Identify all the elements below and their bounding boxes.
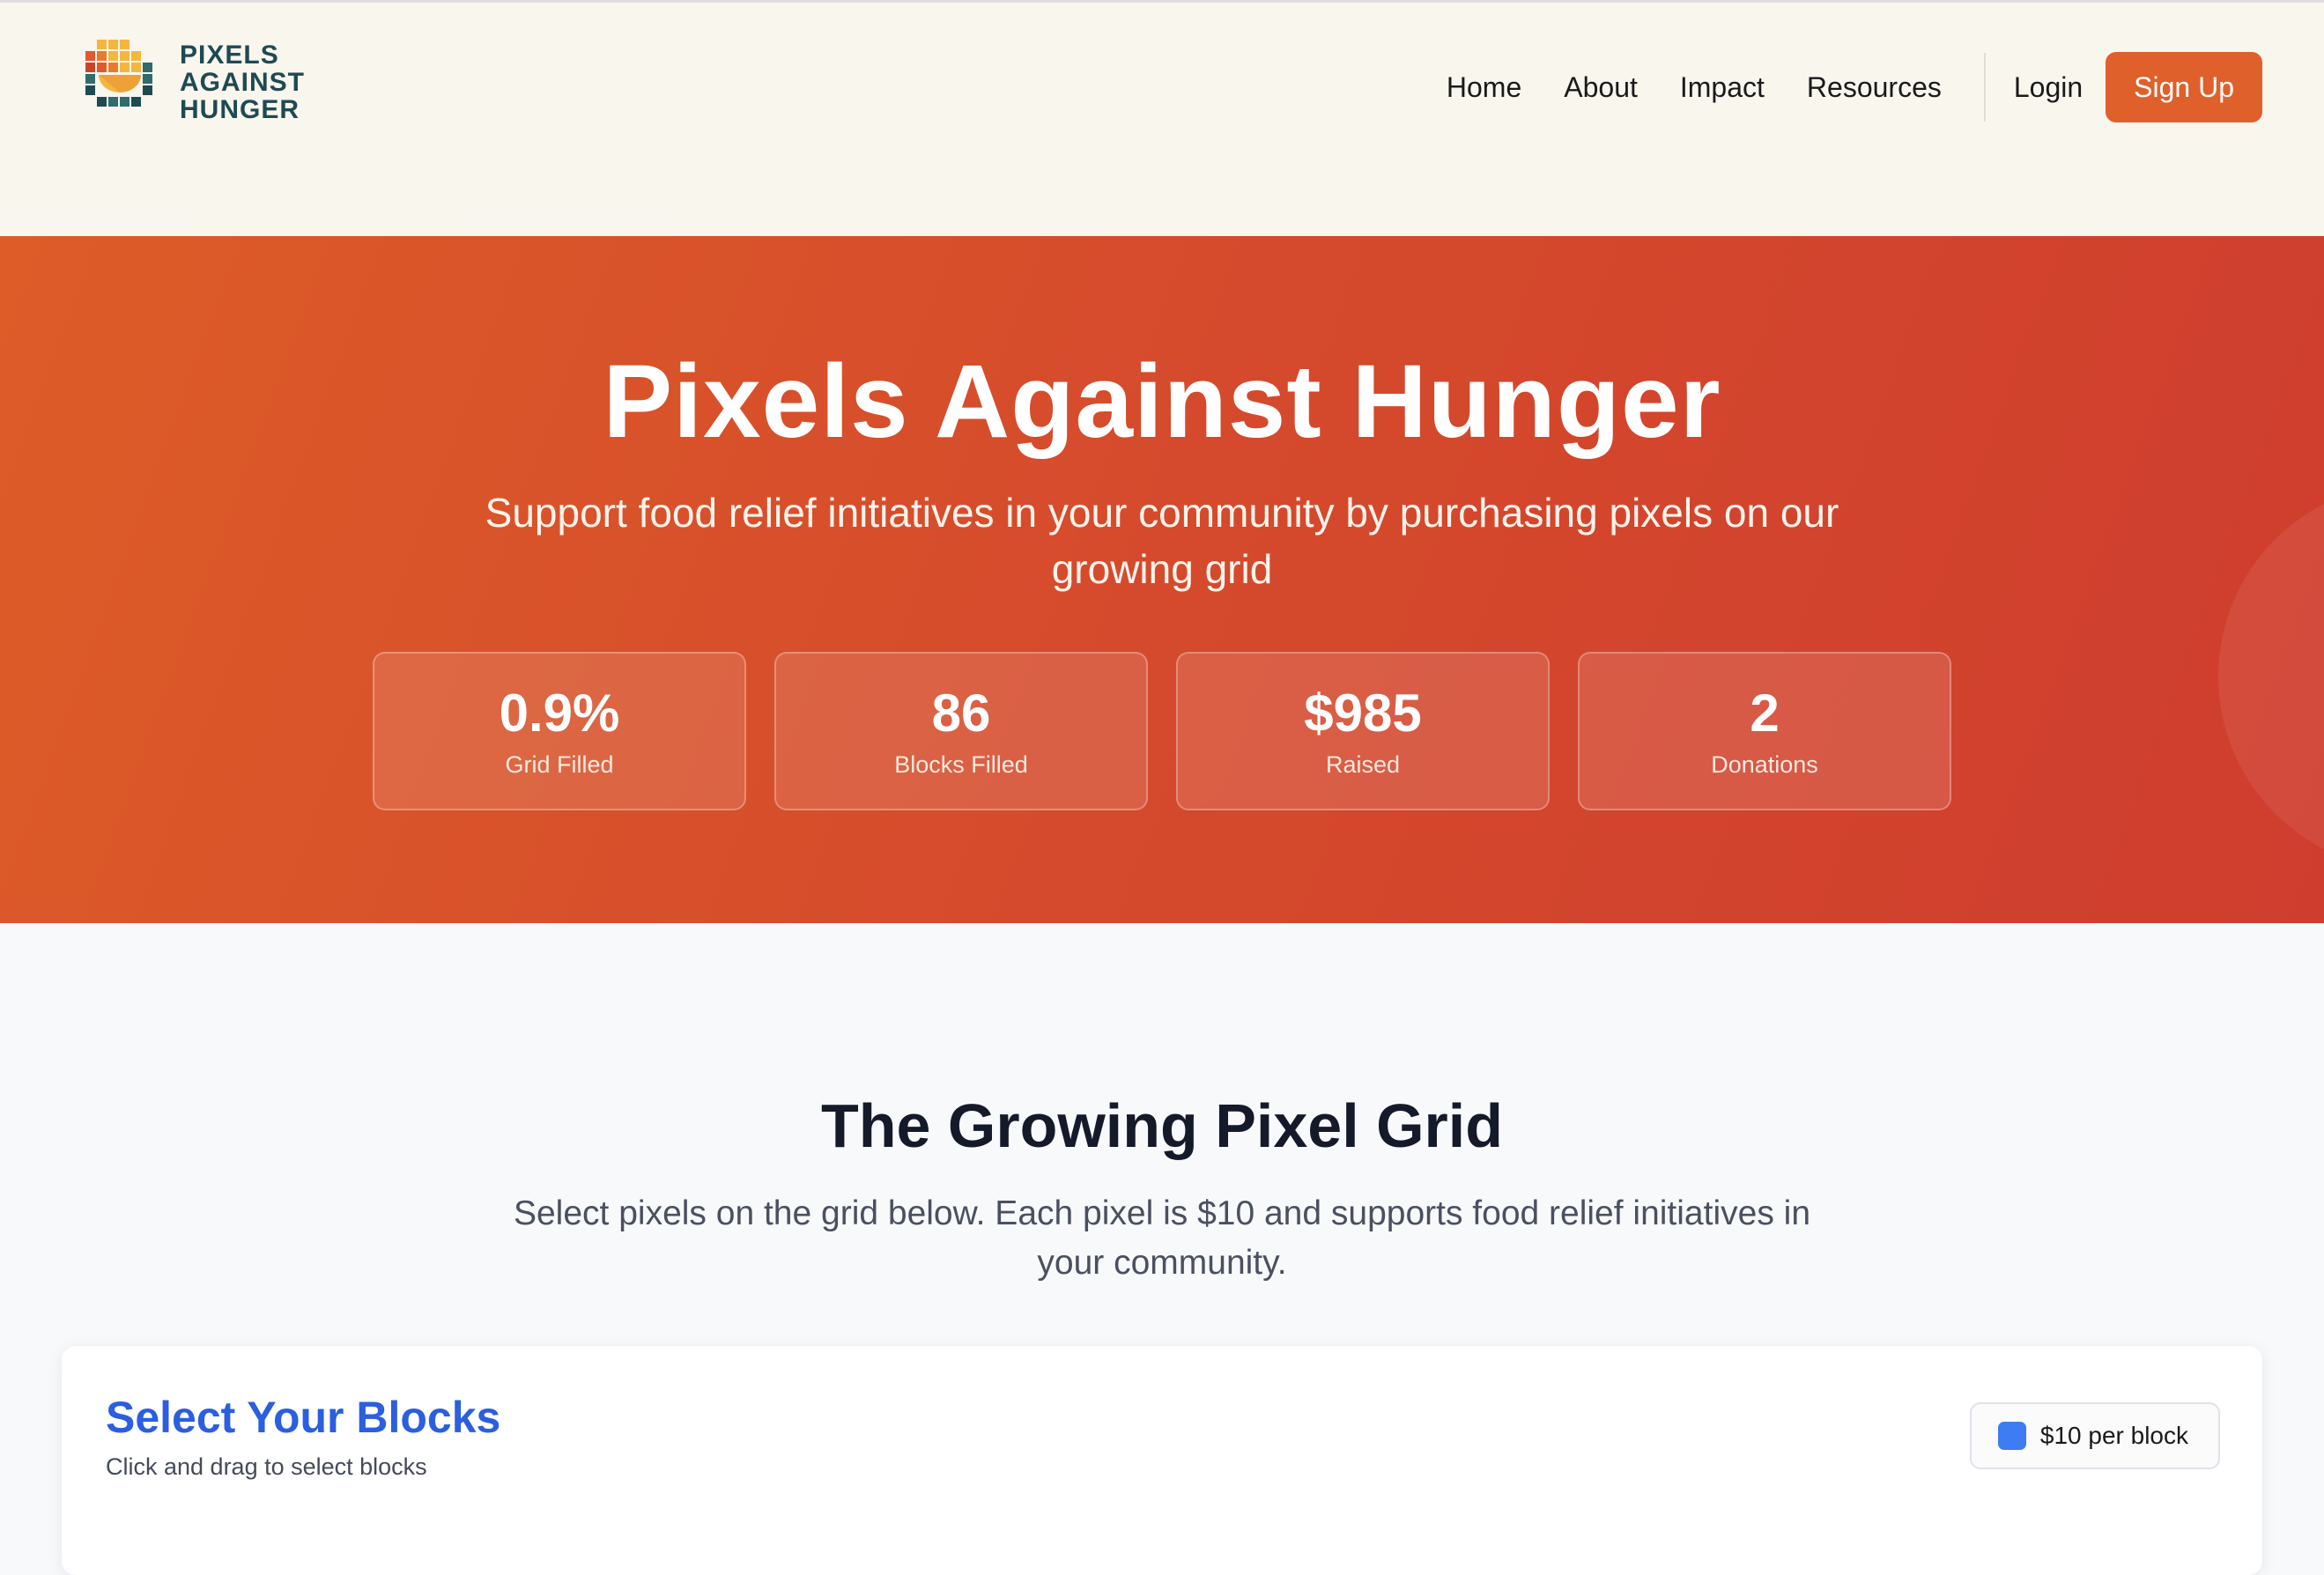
pixel-grid-section: The Growing Pixel Grid Select pixels on … <box>0 923 2324 1575</box>
stat-label: Raised <box>1325 751 1401 778</box>
card-subtitle: Click and drag to select blocks <box>106 1453 427 1480</box>
nav-impact[interactable]: Impact <box>1680 71 1765 104</box>
block-selection-card: Select Your Blocks Click and drag to sel… <box>62 1346 2262 1575</box>
hero-subtitle: Support food relief initiatives in your … <box>485 490 1839 592</box>
stat-label: Grid Filled <box>505 751 614 778</box>
login-link[interactable]: Login <box>2014 71 2083 104</box>
site-header: PIXELS AGAINST HUNGER Home About Impact … <box>0 0 2324 236</box>
price-label: $10 per block <box>2039 1422 2188 1449</box>
stat-card-raised: $985 Raised <box>1176 652 1550 810</box>
nav-home[interactable]: Home <box>1447 71 1521 104</box>
main-nav: Home About Impact Resources Login Sign U… <box>1447 52 2262 122</box>
nav-divider <box>1983 53 1986 122</box>
signup-button[interactable]: Sign Up <box>2106 52 2262 122</box>
stat-value: 2 <box>1750 683 1780 743</box>
stat-card-blocks-filled: 86 Blocks Filled <box>774 652 1148 810</box>
card-title: Select Your Blocks <box>106 1393 501 1442</box>
nav-about[interactable]: About <box>1564 71 1638 104</box>
stat-card-donations: 2 Donations <box>1578 652 1951 810</box>
stats-row: 0.9% Grid Filled 86 Blocks Filled $985 R… <box>373 652 1951 810</box>
pixel-bowl-logo-icon <box>85 40 152 107</box>
stat-value: 0.9% <box>499 683 620 743</box>
stat-label: Blocks Filled <box>894 751 1028 778</box>
blue-square-icon <box>1997 1422 2026 1450</box>
section-title: The Growing Pixel Grid <box>821 1091 1503 1160</box>
brand-logo-link[interactable]: PIXELS AGAINST HUNGER <box>79 38 305 126</box>
hero-title: Pixels Against Hunger <box>603 344 1721 460</box>
brand-wordmark: PIXELS AGAINST HUNGER <box>180 41 305 123</box>
price-badge: $10 per block <box>1969 1402 2220 1469</box>
stat-card-grid-filled: 0.9% Grid Filled <box>373 652 746 810</box>
brand-line-3: HUNGER <box>180 94 300 124</box>
nav-resources[interactable]: Resources <box>1807 71 1942 104</box>
stat-value: $985 <box>1304 683 1422 743</box>
hero-banner: Pixels Against Hunger Support food relie… <box>0 236 2324 923</box>
section-subtitle: Select pixels on the grid below. Each pi… <box>513 1194 1811 1282</box>
brand-line-1: PIXELS <box>180 40 279 70</box>
decorative-circle <box>2218 483 2324 870</box>
stat-value: 86 <box>931 683 991 743</box>
brand-line-2: AGAINST <box>180 67 305 97</box>
stat-label: Donations <box>1711 751 1818 778</box>
